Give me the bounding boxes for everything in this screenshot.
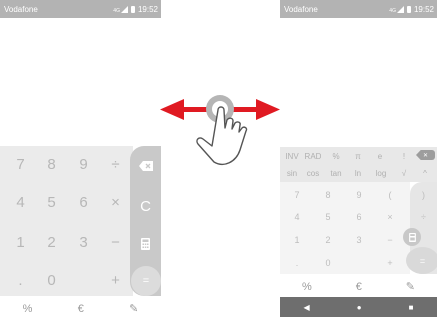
- key-4[interactable]: 4: [4, 184, 37, 220]
- network-type: 4G: [113, 8, 120, 14]
- sci-key-cos[interactable]: cos: [302, 166, 324, 181]
- edit-tab[interactable]: ✎: [406, 280, 415, 293]
- sci-key-inv[interactable]: INV: [282, 149, 302, 164]
- close-icon: ✕: [422, 152, 429, 159]
- sci-key-tan[interactable]: tan: [326, 166, 346, 181]
- key-divide[interactable]: ÷: [410, 206, 437, 228]
- key-6[interactable]: 6: [344, 206, 374, 228]
- currency-tab[interactable]: €: [356, 281, 362, 293]
- network-type: 4G: [389, 8, 396, 14]
- key-6[interactable]: 6: [67, 184, 100, 220]
- sci-key-percent[interactable]: %: [326, 149, 346, 164]
- number-keypad: 7 8 9 ÷ 4 5 6 × 1 2 3 − . 0 +: [0, 146, 133, 296]
- equals-button[interactable]: =: [131, 266, 161, 296]
- clock: 19:52: [137, 4, 158, 14]
- equals-button[interactable]: =: [406, 247, 437, 274]
- advanced-panel-button[interactable]: [130, 226, 161, 262]
- bottom-tab-bar: % € ✎: [280, 276, 437, 297]
- key-7[interactable]: 7: [4, 146, 37, 182]
- key-8[interactable]: 8: [313, 184, 343, 206]
- status-bar: Vodafone 4G 19:52: [0, 0, 161, 18]
- key-9[interactable]: 9: [67, 146, 100, 182]
- key-divide[interactable]: ÷: [99, 146, 132, 182]
- key-3[interactable]: 3: [344, 229, 374, 251]
- key-8[interactable]: 8: [35, 146, 68, 182]
- key-0[interactable]: 0: [35, 262, 68, 298]
- key-decimal[interactable]: .: [282, 252, 312, 274]
- back-button-icon[interactable]: ◀: [304, 303, 310, 312]
- key-1[interactable]: 1: [4, 224, 37, 260]
- key-0[interactable]: 0: [313, 252, 343, 274]
- carrier-label: Vodafone: [284, 4, 318, 14]
- battery-icon: [406, 5, 411, 13]
- key-plus[interactable]: +: [375, 252, 405, 274]
- calculator-icon: [141, 238, 150, 250]
- key-1[interactable]: 1: [282, 229, 312, 251]
- sci-key-e[interactable]: e: [370, 149, 390, 164]
- sci-key-factorial[interactable]: !: [394, 149, 414, 164]
- key-2[interactable]: 2: [35, 224, 68, 260]
- number-keypad: 7 8 9 ( 4 5 6 × 1 2 3 − . 0 +: [280, 182, 410, 274]
- percent-tab[interactable]: %: [302, 281, 312, 293]
- signal-icon: [396, 5, 404, 13]
- signal-icon: [120, 5, 128, 13]
- calculator-icon: [408, 232, 416, 242]
- sci-key-pi[interactable]: π: [348, 149, 368, 164]
- bottom-tab-bar: % € ✎: [0, 298, 161, 317]
- key-minus[interactable]: −: [99, 224, 132, 260]
- sci-key-log[interactable]: log: [370, 166, 392, 181]
- key-2[interactable]: 2: [313, 229, 343, 251]
- carrier-label: Vodafone: [4, 4, 38, 14]
- sci-key-sqrt[interactable]: √: [394, 166, 414, 181]
- backspace-icon: [138, 161, 153, 171]
- key-3[interactable]: 3: [67, 224, 100, 260]
- sci-key-sin[interactable]: sin: [282, 166, 302, 181]
- key-multiply[interactable]: ×: [99, 184, 132, 220]
- swipe-gesture-illustration: [160, 95, 280, 166]
- percent-tab[interactable]: %: [23, 303, 33, 315]
- clear-button[interactable]: C: [130, 188, 161, 224]
- key-decimal[interactable]: .: [4, 262, 37, 298]
- key-close-paren[interactable]: ): [410, 184, 437, 206]
- key-5[interactable]: 5: [313, 206, 343, 228]
- advanced-panel-button[interactable]: [403, 228, 421, 246]
- key-5[interactable]: 5: [35, 184, 68, 220]
- recents-button-icon[interactable]: ■: [409, 303, 414, 312]
- sci-key-rad[interactable]: RAD: [302, 149, 324, 164]
- key-open-paren[interactable]: (: [375, 184, 405, 206]
- key-plus[interactable]: +: [99, 262, 132, 298]
- left-arrow-icon: [160, 99, 210, 120]
- sci-key-ln[interactable]: ln: [348, 166, 368, 181]
- swipe-hand-icon: [196, 106, 248, 166]
- sci-key-power[interactable]: ^: [416, 166, 434, 181]
- navigation-bar: ◀ ● ■: [280, 297, 437, 317]
- battery-icon: [130, 5, 135, 13]
- key-4[interactable]: 4: [282, 206, 312, 228]
- scientific-panel: INV RAD % π e ! sin cos tan ln log √ ^: [280, 147, 437, 182]
- left-phone-screen: Vodafone 4G 19:52 7 8 9 ÷ 4 5 6 × 1 2 3 …: [0, 0, 161, 317]
- clock: 19:52: [413, 4, 434, 14]
- key-9[interactable]: 9: [344, 184, 374, 206]
- key-minus[interactable]: −: [375, 229, 405, 251]
- key-multiply[interactable]: ×: [375, 206, 405, 228]
- right-arrow-icon: [230, 99, 280, 120]
- home-button-icon[interactable]: ●: [357, 303, 362, 312]
- key-7[interactable]: 7: [282, 184, 312, 206]
- delete-button[interactable]: [130, 148, 161, 184]
- currency-tab[interactable]: €: [78, 303, 84, 315]
- status-bar: Vodafone 4G 19:52: [280, 0, 437, 18]
- edit-tab[interactable]: ✎: [129, 302, 138, 315]
